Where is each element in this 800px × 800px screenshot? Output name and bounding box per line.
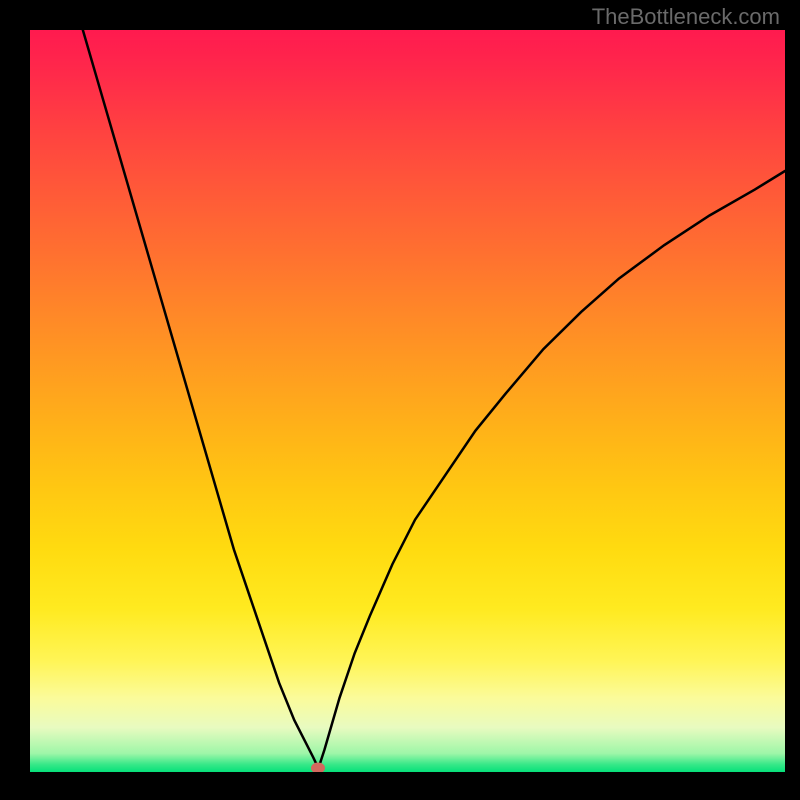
plot-area (30, 30, 785, 772)
curve-right-branch (318, 171, 785, 768)
watermark-text: TheBottleneck.com (592, 4, 780, 30)
curve-left-branch (83, 30, 319, 768)
curve-svg (30, 30, 785, 772)
min-marker (311, 763, 325, 772)
